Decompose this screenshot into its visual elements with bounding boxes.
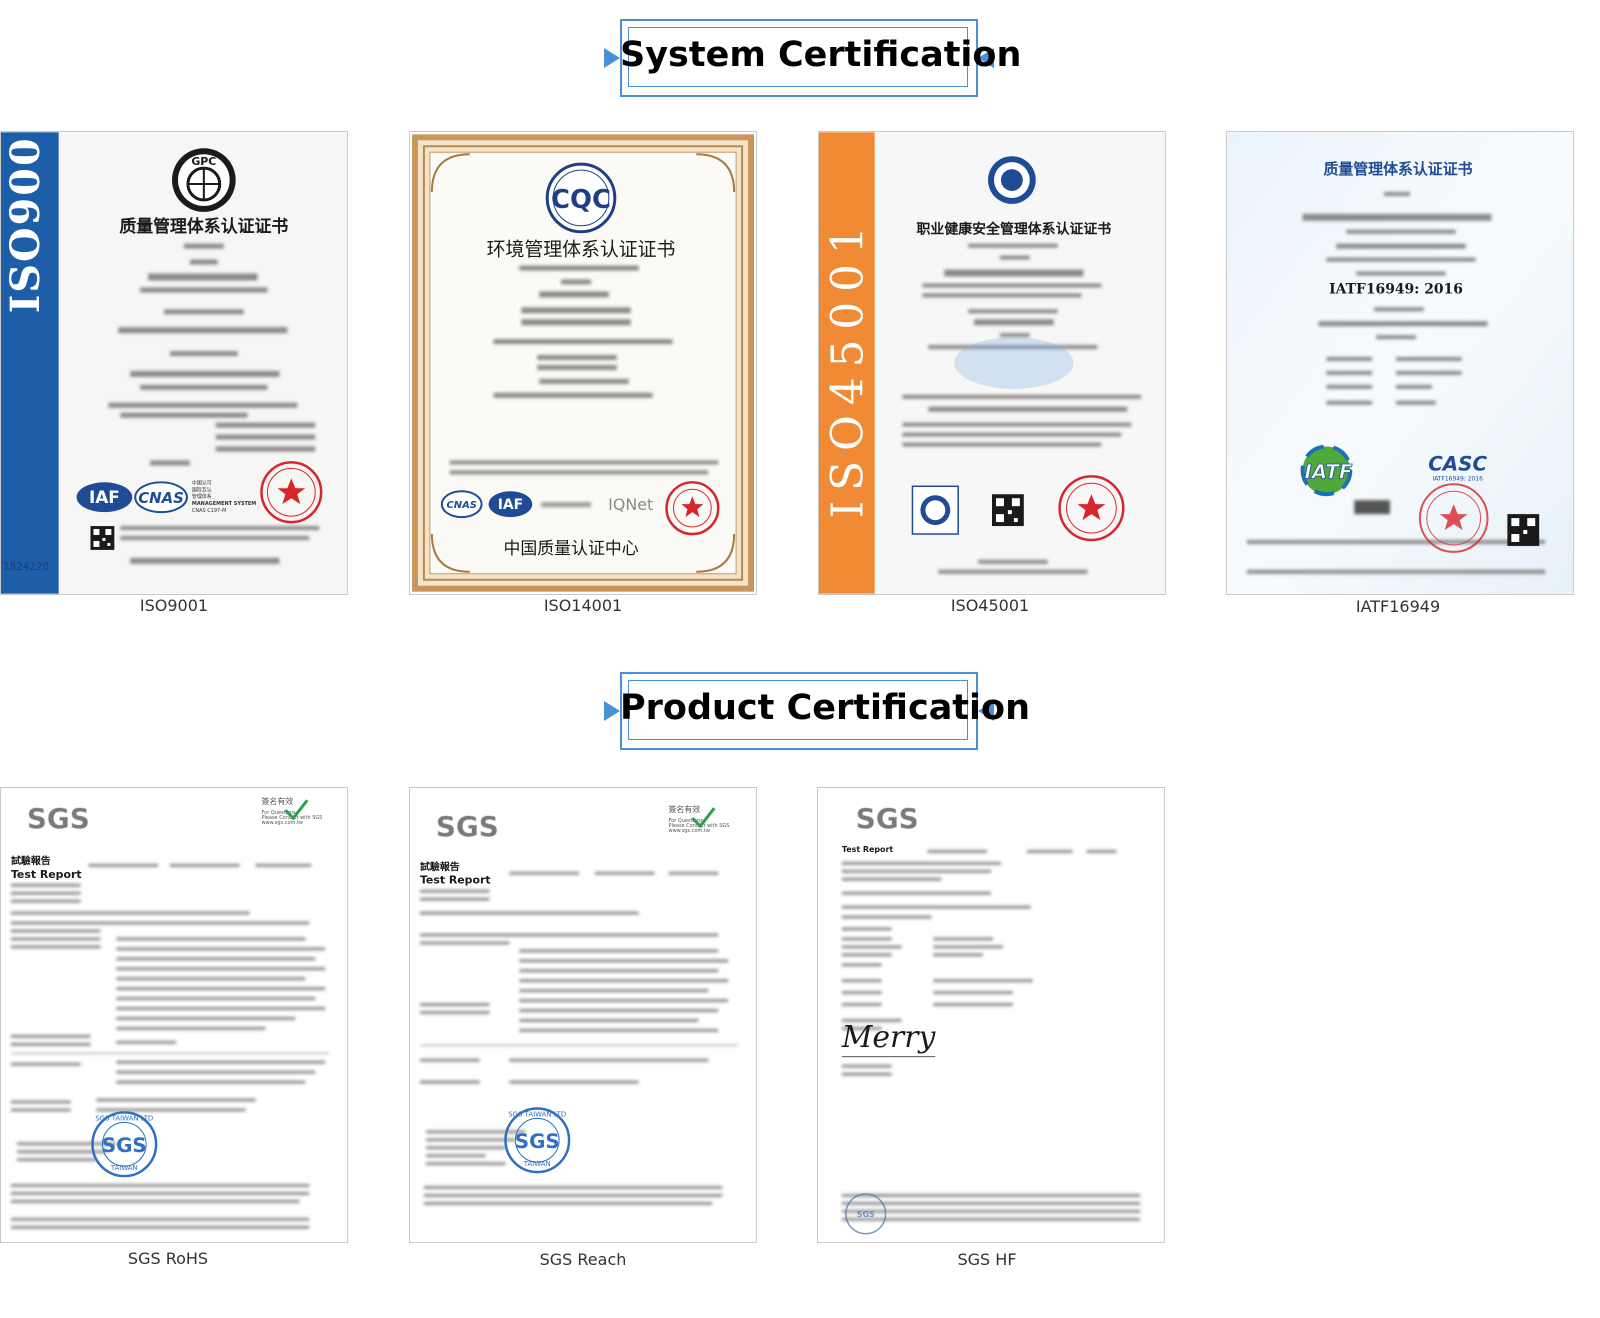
qr-code-icon [1507,514,1540,546]
iso9001-side-band-text: ISO9001 [3,132,49,313]
iso14001-caption: ISO14001 [543,596,623,615]
iso45001-certificate-image[interactable]: ISO45001 职业健康安全管理体系认证证书 [818,131,1166,595]
qr-code-icon [90,526,115,550]
svg-text:IAF: IAF [498,497,523,513]
sgs-logo: SGS [436,810,499,843]
iatf16949-standard: IATF16949: 2016 [1329,281,1463,297]
svg-text:TAIWAN: TAIWAN [110,1164,138,1172]
svg-text:IQNet: IQNet [608,495,653,514]
iso14001-certificate-image[interactable]: CQC 环境管理体系认证证书 CNAS IAF IQNet 中国质量认证中心 [409,131,757,595]
product-certification-heading: Product Certification [604,672,1031,750]
certification-logo-icon [988,156,1036,204]
sgs-label-en: Test Report [11,868,82,881]
iso14001-heading: 环境管理体系认证证书 [487,239,676,261]
svg-text:SGS: SGS [857,1210,875,1219]
svg-text:簽名有效: 簽名有效 [261,796,293,806]
iatf16949-certificate-image[interactable]: 质量管理体系认证证书 IATF16949: 2016 IATF CASC IAT… [1226,131,1574,595]
cqc-logo-icon: CQC [545,162,617,234]
svg-text:CNAS C197-M: CNAS C197-M [192,508,226,514]
cnas-badge-icon: CNAS [440,490,483,519]
sgs-hf-report-image[interactable]: SGS Test Report Merry SGS [817,787,1165,1243]
svg-text:国际互认: 国际互认 [192,486,212,493]
svg-text:SGS TAIWAN LTD: SGS TAIWAN LTD [95,1114,153,1122]
svg-text:SGS TAIWAN LTD: SGS TAIWAN LTD [508,1110,566,1118]
svg-text:MANAGEMENT SYSTEM: MANAGEMENT SYSTEM [192,501,256,507]
svg-text:www.sgs.com.tw: www.sgs.com.tw [261,820,302,826]
cnas-badge-icon: CNAS [134,481,188,514]
sgs-rohs-report-image[interactable]: SGS 簽名有效 For Questions Please Contact wi… [0,787,348,1243]
svg-text:CNAS: CNAS [446,500,476,511]
iso45001-watermark [954,337,1074,389]
svg-text:TAIWAN: TAIWAN [523,1160,551,1168]
qr-code-icon [992,494,1024,527]
casc-badge-icon: CASC IATF16949: 2016 [1428,452,1487,482]
svg-text:SGS: SGS [515,1130,560,1153]
iso45001-side-band-text: ISO45001 [823,216,874,518]
svg-text:CASC: CASC [1428,452,1487,475]
sgs-label-cn: 試驗報告 [11,854,51,867]
iso45001-mark-icon [911,485,959,535]
svg-text:CQC: CQC [551,185,611,215]
iso9001-certificate-image[interactable]: ISO9001 1824220 GPC 质量管理体系认证证书 IAF CNAS … [0,131,348,595]
iso45001-caption: ISO45001 [950,596,1030,615]
svg-text:簽名有效: 簽名有效 [669,804,701,814]
svg-text:SGS: SGS [102,1134,147,1157]
sgs-stamp-icon: SGS SGS TAIWAN LTD TAIWAN [91,1111,158,1178]
iatf16949-caption: IATF16949 [1355,597,1441,616]
iatf-badge-icon: IATF [1300,444,1353,497]
sgs-label-cn: 試驗報告 [420,860,460,873]
system-certification-title: System Certification [620,35,1022,75]
sgs-hf-caption: SGS HF [957,1250,1017,1269]
gpc-logo-icon: GPC [172,148,236,212]
handwritten-signature: Merry [841,1020,937,1055]
svg-text:IATF: IATF [1304,460,1352,483]
iso9001-serial: 1824220 [3,560,49,573]
svg-text:IAF: IAF [89,487,120,507]
svg-text:IATF16949: 2016: IATF16949: 2016 [1432,475,1483,482]
svg-text:www.sgs.com.tw: www.sgs.com.tw [669,828,710,834]
iso14001-footer: 中国质量认证中心 [504,538,639,558]
sgs-label-en: Test Report [420,874,491,887]
sgs-logo: SGS [27,802,90,835]
svg-text:管理体系: 管理体系 [192,493,212,500]
iatf16949-signature [1354,500,1391,515]
heading-arrow-left-icon [604,48,620,68]
iqnet-badge-icon: IQNet [608,495,653,514]
system-certification-heading: System Certification [604,19,1022,97]
iaf-badge-icon: IAF [488,491,533,518]
sgs-stamp-icon: SGS SGS TAIWAN LTD TAIWAN [504,1107,571,1174]
iso9001-caption: ISO9001 [139,596,209,615]
svg-text:中国认可: 中国认可 [192,479,212,486]
svg-text:CNAS: CNAS [138,489,184,507]
sgs-logo: SGS [856,802,919,835]
product-certification-title: Product Certification [620,688,1031,728]
iaf-badge-icon: IAF [76,482,133,513]
sgs-rohs-caption: SGS RoHS [127,1249,209,1268]
sgs-label-en: Test Report [842,845,894,854]
iso45001-heading: 职业健康安全管理体系认证证书 [917,221,1112,238]
iatf16949-heading: 质量管理体系认证证书 [1323,160,1472,178]
svg-text:GPC: GPC [191,155,216,168]
sgs-reach-caption: SGS Reach [539,1250,627,1269]
iso9001-heading: 质量管理体系认证证书 [119,216,288,236]
sgs-reach-report-image[interactable]: SGS 簽名有效 For Questions Please Contact wi… [409,787,757,1243]
heading-arrow-left-icon [604,701,620,721]
iso14001-badge-note [541,502,591,508]
